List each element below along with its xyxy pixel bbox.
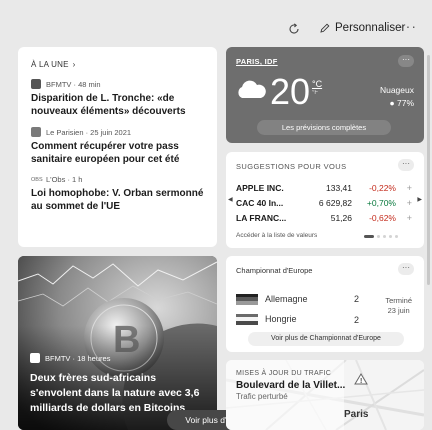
weather-card[interactable]: PARIS, IDF ··· 20 °C °F Nuageux ● 77% Le… <box>226 47 424 143</box>
team-score: 2 <box>354 315 360 325</box>
weather-condition: Nuageux ● 77% <box>380 84 414 110</box>
stock-row[interactable]: CAC 40 In... 6 629,82 +0,70% + <box>236 197 412 209</box>
carousel-dot[interactable] <box>383 235 386 238</box>
stock-value: 51,26 <box>330 213 352 223</box>
widgets-toolbar: Personnaliser ··· <box>0 0 432 40</box>
fahrenheit-unit[interactable]: °F <box>312 90 322 97</box>
droplet-icon: ● <box>389 97 395 108</box>
lobs-logo-icon: OBS <box>31 176 43 183</box>
top-stories-card: À LA UNE › BFMTV · 48 min Disparition de… <box>18 47 217 247</box>
add-stock-icon[interactable]: + <box>396 183 412 193</box>
stock-value: 6 629,82 <box>318 198 352 208</box>
photo-news-source-text: BFMTV · 18 heures <box>45 353 111 363</box>
map-city-label: Paris <box>344 409 369 420</box>
le-parisien-logo-icon <box>31 127 41 137</box>
top-stories-title: À LA UNE <box>31 60 69 69</box>
news-source: L'Obs · 1 h <box>46 175 83 184</box>
weather-more-button[interactable]: ··· <box>398 55 414 67</box>
weather-location[interactable]: PARIS, IDF <box>236 57 414 66</box>
cloud-icon <box>238 80 266 98</box>
stocks-header: SUGGESTIONS POUR VOUS <box>236 162 347 171</box>
news-title[interactable]: Loi homophobe: V. Orban sermonné au somm… <box>31 187 204 213</box>
team-score: 2 <box>354 294 360 304</box>
traffic-card[interactable]: ! MISES À JOUR DU TRAFIC Boulevard de la… <box>226 360 424 430</box>
match-date: 23 juin <box>387 305 410 315</box>
refresh-icon[interactable] <box>286 21 302 37</box>
pencil-icon <box>320 23 330 33</box>
carousel-dot[interactable] <box>389 235 392 238</box>
bfmtv-logo-icon <box>30 353 40 363</box>
stock-change: -0,22% <box>369 183 396 193</box>
news-item[interactable]: BFMTV · 48 min Disparition de L. Tronche… <box>31 79 204 118</box>
news-item[interactable]: OBS L'Obs · 1 h Loi homophobe: V. Orban s… <box>31 175 204 213</box>
hungary-flag-icon <box>236 313 258 325</box>
team-name: Allemagne <box>265 294 308 304</box>
see-more-championship-button[interactable]: Voir plus de Championnat d'Europe <box>248 332 404 346</box>
stock-value: 133,41 <box>326 183 352 193</box>
next-arrow-icon[interactable]: ▶ <box>417 196 422 203</box>
humidity: ● 77% <box>380 97 414 110</box>
news-title[interactable]: Disparition de L. Tronche: «de nouveaux … <box>31 92 204 118</box>
news-source: Le Parisien · 25 juin 2021 <box>46 127 132 137</box>
carousel-dot[interactable] <box>395 235 398 238</box>
stock-row[interactable]: LA FRANC... 51,26 -0,62% + <box>236 212 412 224</box>
bfmtv-logo-icon <box>31 79 41 89</box>
traffic-road[interactable]: Boulevard de la Villet... <box>236 380 414 391</box>
personalize-label: Personnaliser <box>335 22 406 34</box>
weather-temperature: 20 <box>270 71 311 112</box>
team-name: Hongrie <box>265 314 297 324</box>
team-row[interactable]: Hongrie <box>236 313 297 325</box>
add-stock-icon[interactable]: + <box>396 213 412 223</box>
humidity-value: 77% <box>396 97 414 108</box>
stock-change: -0,62% <box>369 213 396 223</box>
stock-name: CAC 40 In... <box>236 198 284 208</box>
previous-arrow-icon[interactable]: ◀ <box>228 196 233 203</box>
euro-championship-card: Championnat d'Europe ··· Allemagne Hongr… <box>226 256 424 352</box>
photo-news-source: BFMTV · 18 heures <box>30 353 110 363</box>
temperature-units[interactable]: °C °F <box>312 79 322 97</box>
condition-text: Nuageux <box>379 85 414 95</box>
news-source: BFMTV · 48 min <box>46 79 101 89</box>
carousel-dots <box>364 235 398 238</box>
carousel-dot[interactable] <box>364 235 374 238</box>
traffic-status: Trafic perturbé <box>236 392 288 401</box>
stock-name: APPLE INC. <box>236 183 284 193</box>
more-options-button[interactable]: ··· <box>400 18 417 34</box>
stocks-card: SUGGESTIONS POUR VOUS ··· ◀ ▶ APPLE INC.… <box>226 152 424 248</box>
stock-row[interactable]: APPLE INC. 133,41 -0,22% + <box>236 182 412 194</box>
stock-change: +0,70% <box>366 198 396 208</box>
watchlist-link[interactable]: Accéder à la liste de valeurs <box>236 232 317 239</box>
celsius-unit[interactable]: °C <box>312 79 322 90</box>
football-more-button[interactable]: ··· <box>398 263 414 275</box>
germany-flag-icon <box>236 293 258 305</box>
news-title[interactable]: Comment récupérer votre pass sanitaire e… <box>31 140 204 166</box>
chevron-right-icon: › <box>72 60 76 69</box>
match-status: Terminé 23 juin <box>385 296 412 316</box>
news-item[interactable]: Le Parisien · 25 juin 2021 Comment récup… <box>31 127 204 166</box>
scrollbar[interactable] <box>427 55 430 285</box>
carousel-dot[interactable] <box>377 235 380 238</box>
match-status-text: Terminé <box>385 296 412 305</box>
add-stock-icon[interactable]: + <box>396 198 412 208</box>
photo-news-card[interactable]: B BFMTV · 18 heures Deux frères sud-afri… <box>18 256 217 430</box>
football-card-title[interactable]: Championnat d'Europe <box>236 266 414 275</box>
stock-name: LA FRANC... <box>236 213 287 223</box>
top-stories-header[interactable]: À LA UNE › <box>31 60 204 69</box>
full-forecast-button[interactable]: Les prévisions complètes <box>257 120 391 135</box>
stocks-more-button[interactable]: ··· <box>398 159 414 171</box>
personalize-button[interactable]: Personnaliser <box>320 22 405 34</box>
traffic-header: MISES À JOUR DU TRAFIC <box>236 370 332 377</box>
team-row[interactable]: Allemagne <box>236 293 308 305</box>
